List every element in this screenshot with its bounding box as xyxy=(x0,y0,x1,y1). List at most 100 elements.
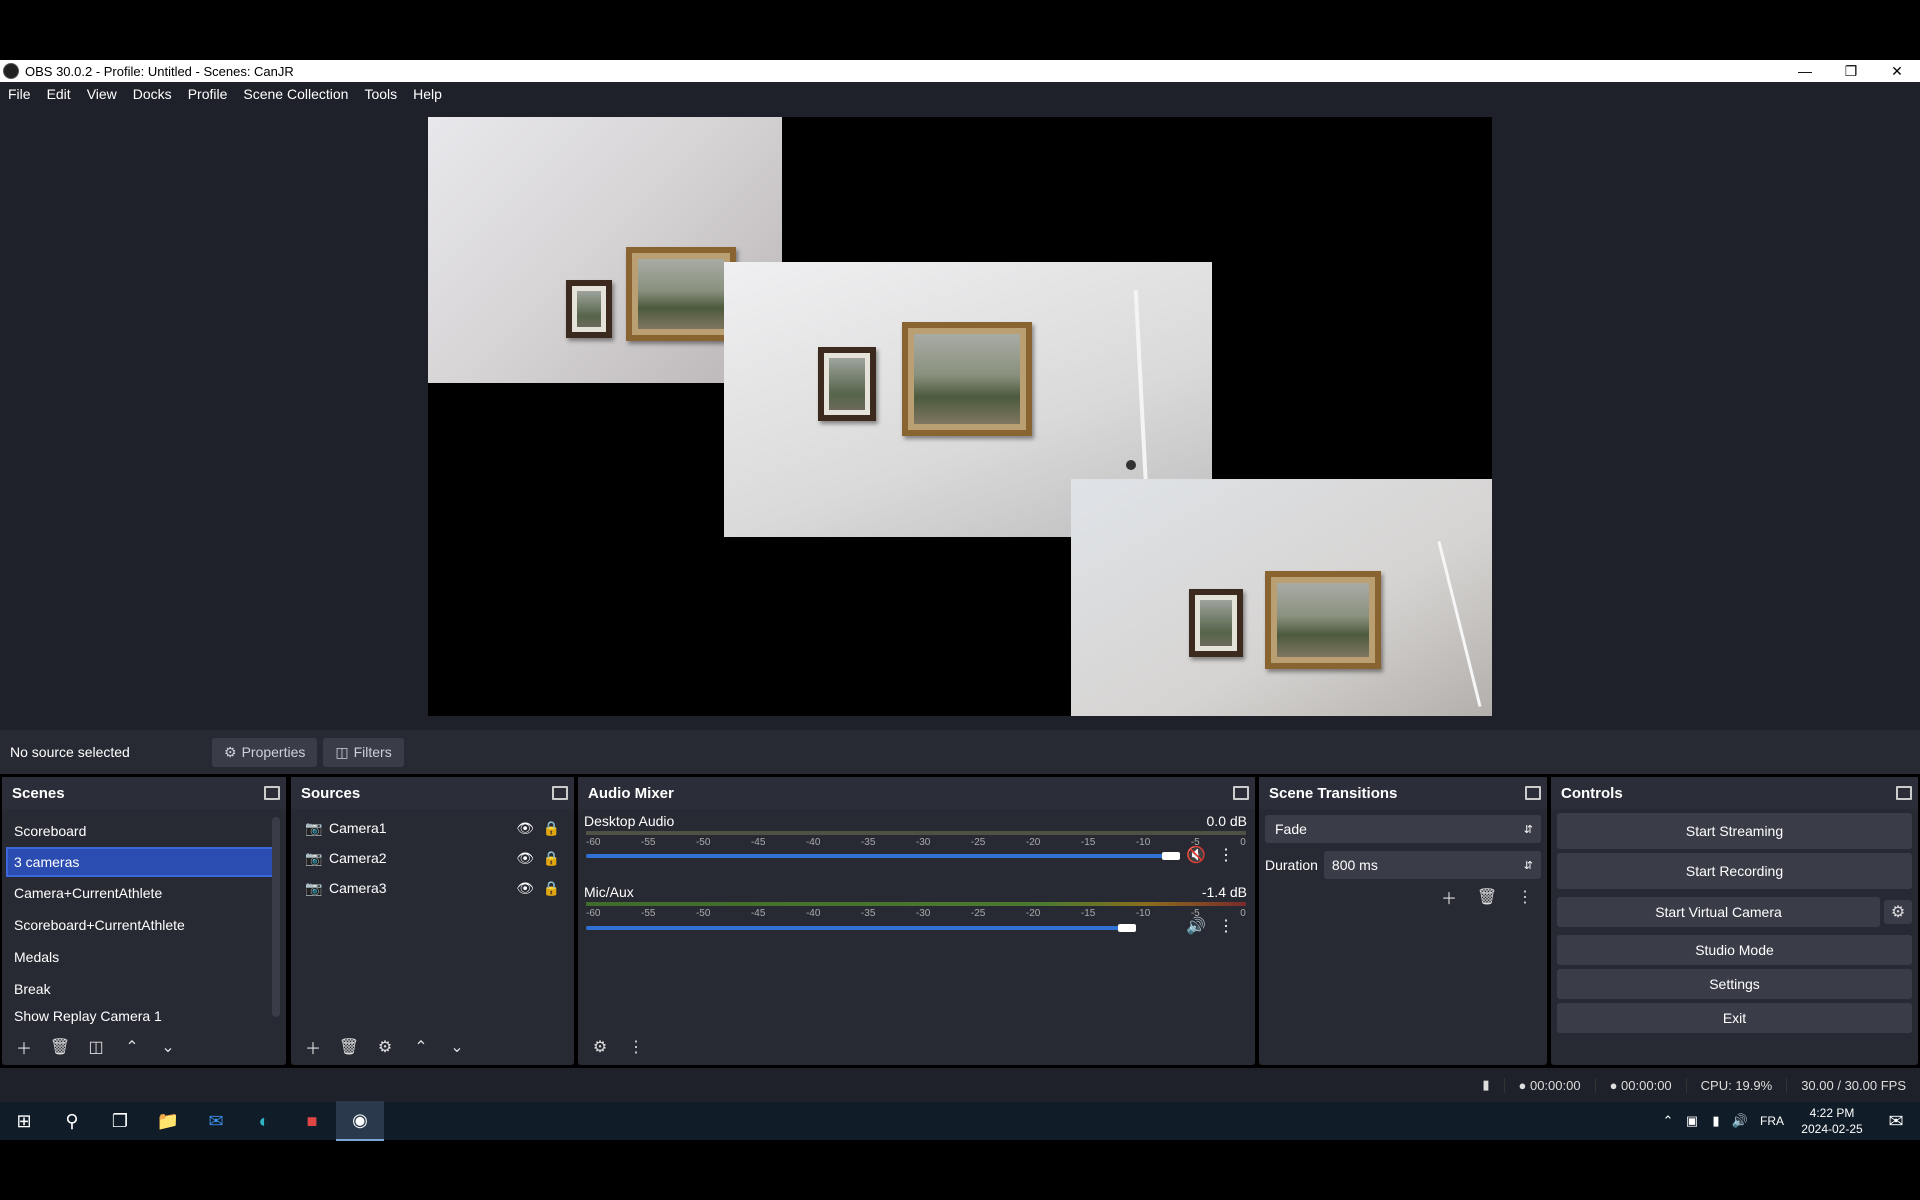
scene-item[interactable]: Camera+CurrentAthlete xyxy=(2,877,286,909)
advanced-audio-icon[interactable]: ⚙ xyxy=(586,1035,614,1059)
scene-item[interactable]: Scoreboard+CurrentAthlete xyxy=(2,909,286,941)
obs-taskbar-icon[interactable]: ◉ xyxy=(336,1101,384,1141)
file-explorer-icon[interactable]: 📁 xyxy=(144,1102,192,1140)
menu-view[interactable]: View xyxy=(79,86,125,102)
settings-button[interactable]: Settings xyxy=(1557,969,1912,999)
search-icon[interactable]: ⚲ xyxy=(48,1102,96,1140)
track-db: -1.4 dB xyxy=(1201,884,1247,900)
menu-scene-collection[interactable]: Scene Collection xyxy=(235,86,356,102)
volume-knob[interactable] xyxy=(1118,924,1136,932)
volume-slider[interactable] xyxy=(586,926,1127,930)
muted-speaker-icon[interactable]: 🔇 xyxy=(1186,845,1206,865)
move-up-icon[interactable]: ⌃ xyxy=(118,1035,146,1059)
undock-icon[interactable] xyxy=(1896,786,1912,800)
scene-filters-icon[interactable]: ◫ xyxy=(82,1035,110,1059)
close-button[interactable]: ✕ xyxy=(1874,60,1920,82)
scene-item[interactable]: Show Replay Camera 1 xyxy=(2,1005,286,1027)
add-source-icon[interactable]: ＋ xyxy=(299,1035,327,1059)
preview-canvas[interactable] xyxy=(428,117,1492,716)
scene-item[interactable]: Break xyxy=(2,973,286,1005)
speaker-icon[interactable]: 🔊 xyxy=(1186,916,1206,936)
remove-source-icon[interactable]: 🗑 xyxy=(335,1035,363,1059)
menu-bar: File Edit View Docks Profile Scene Colle… xyxy=(0,82,1920,106)
scale-tick: 0 xyxy=(1240,837,1246,848)
battery-icon[interactable]: ▮ xyxy=(1704,1102,1728,1140)
menu-edit[interactable]: Edit xyxy=(39,86,79,102)
mail-icon[interactable]: ✉ xyxy=(192,1102,240,1140)
restore-button[interactable]: ❐ xyxy=(1828,60,1874,82)
menu-file[interactable]: File xyxy=(0,86,39,102)
source-item[interactable]: 📷 Camera2 👁 🔒 xyxy=(291,843,574,873)
kebab-menu-icon[interactable]: ⋮ xyxy=(1218,845,1234,865)
scene-item[interactable]: Medals xyxy=(2,941,286,973)
edge-icon[interactable]: ◐ xyxy=(240,1102,288,1140)
lock-icon[interactable]: 🔒 xyxy=(543,820,560,837)
virtual-camera-settings-icon[interactable]: ⚙ xyxy=(1884,900,1912,924)
app-red-icon[interactable]: ■ xyxy=(288,1102,336,1140)
add-transition-icon[interactable]: ＋ xyxy=(1435,885,1463,909)
track-name: Mic/Aux xyxy=(584,884,634,900)
camera3-feed[interactable] xyxy=(1071,479,1492,716)
source-item[interactable]: 📷 Camera1 👁 🔒 xyxy=(291,813,574,843)
eye-icon[interactable]: 👁 xyxy=(516,850,534,867)
source-item[interactable]: 📷 Camera3 👁 🔒 xyxy=(291,873,574,903)
properties-button[interactable]: ⚙ Properties xyxy=(212,737,318,767)
lock-icon[interactable]: 🔒 xyxy=(543,850,560,867)
sources-list: 📷 Camera1 👁 🔒 📷 Camera2 👁 🔒 📷 Camera3 👁 … xyxy=(291,809,574,903)
kebab-menu-icon[interactable]: ⋮ xyxy=(1218,916,1234,936)
scale-tick: -20 xyxy=(1025,908,1041,919)
scenes-scrollbar[interactable] xyxy=(272,817,280,1017)
menu-tools[interactable]: Tools xyxy=(356,86,405,102)
exit-button[interactable]: Exit xyxy=(1557,1003,1912,1033)
duration-spinbox[interactable]: 800 ms ⇵ xyxy=(1323,851,1541,879)
menu-help[interactable]: Help xyxy=(405,86,450,102)
lock-icon[interactable]: 🔒 xyxy=(543,880,560,897)
start-virtual-camera-button[interactable]: Start Virtual Camera xyxy=(1557,897,1880,927)
clock[interactable]: 4:22 PM 2024-02-25 xyxy=(1792,1105,1872,1137)
undock-icon[interactable] xyxy=(1233,786,1249,800)
move-down-icon[interactable]: ⌄ xyxy=(154,1035,182,1059)
filters-button[interactable]: ◫ Filters xyxy=(323,737,404,767)
start-recording-button[interactable]: Start Recording xyxy=(1557,853,1912,889)
remove-scene-icon[interactable]: 🗑 xyxy=(46,1035,74,1059)
add-scene-icon[interactable]: ＋ xyxy=(10,1035,38,1059)
kebab-menu-icon[interactable]: ⋮ xyxy=(622,1035,650,1059)
studio-mode-button[interactable]: Studio Mode xyxy=(1557,935,1912,965)
volume-knob[interactable] xyxy=(1162,852,1180,860)
transition-select[interactable]: Fade ⇵ xyxy=(1265,815,1541,843)
task-view-icon[interactable]: ❐ xyxy=(96,1102,144,1140)
volume-icon[interactable]: 🔊 xyxy=(1728,1102,1752,1140)
minimize-button[interactable]: — xyxy=(1782,60,1828,82)
menu-profile[interactable]: Profile xyxy=(180,86,236,102)
menu-docks[interactable]: Docks xyxy=(125,86,180,102)
camera-icon: 📷 xyxy=(305,879,323,896)
source-properties-icon[interactable]: ⚙ xyxy=(371,1035,399,1059)
move-down-icon[interactable]: ⌄ xyxy=(443,1035,471,1059)
desktop-audio-track: Desktop Audio 0.0 dB -60 -55 -50 -45 -40 -35 -… xyxy=(578,809,1255,884)
notifications-icon[interactable]: ✉ xyxy=(1872,1102,1920,1140)
scale-tick: -55 xyxy=(640,837,656,848)
scene-item[interactable]: Scoreboard xyxy=(2,815,286,847)
move-up-icon[interactable]: ⌃ xyxy=(407,1035,435,1059)
network-icon[interactable]: ▣ xyxy=(1680,1102,1704,1140)
language-indicator[interactable]: FRA xyxy=(1752,1102,1792,1140)
windows-start-icon[interactable]: ⊞ xyxy=(0,1102,48,1140)
spin-arrows-icon[interactable]: ⇵ xyxy=(1524,859,1533,872)
eye-icon[interactable]: 👁 xyxy=(516,880,534,897)
status-bar: ▮ ● 00:00:00 ● 00:00:00 CPU: 19.9% 30.00… xyxy=(0,1068,1920,1102)
undock-icon[interactable] xyxy=(552,786,568,800)
undock-icon[interactable] xyxy=(264,786,280,800)
scale-tick: 0 xyxy=(1240,908,1246,919)
stream-status: ● 00:00:00 xyxy=(1503,1077,1595,1093)
volume-slider[interactable] xyxy=(586,854,1167,858)
scene-item-selected[interactable]: 3 cameras xyxy=(6,847,276,877)
remove-transition-icon[interactable]: 🗑 xyxy=(1473,885,1501,909)
volume-meter xyxy=(586,831,1246,835)
chevron-up-icon[interactable]: ⌃ xyxy=(1656,1102,1680,1140)
record-time: 00:00:00 xyxy=(1621,1077,1672,1093)
volume-meter xyxy=(586,902,1246,906)
eye-icon[interactable]: 👁 xyxy=(516,820,534,837)
undock-icon[interactable] xyxy=(1525,786,1541,800)
start-streaming-button[interactable]: Start Streaming xyxy=(1557,813,1912,849)
kebab-menu-icon[interactable]: ⋮ xyxy=(1511,885,1539,909)
